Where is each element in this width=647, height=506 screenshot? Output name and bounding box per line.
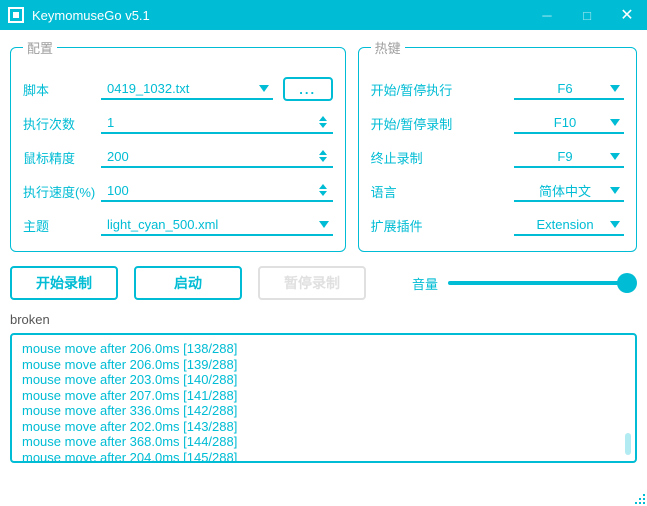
chevron-down-icon: [610, 187, 620, 194]
log-line: mouse move after 336.0ms [142/288]: [22, 403, 625, 419]
log-line: mouse move after 206.0ms [138/288]: [22, 341, 625, 357]
resize-grip[interactable]: [631, 490, 645, 504]
spin-down-icon[interactable]: [319, 191, 327, 196]
hotkey-legend: 热键: [371, 38, 405, 57]
extension-select[interactable]: Extension: [514, 214, 624, 236]
language-select[interactable]: 简体中文: [514, 180, 624, 202]
spin-up-icon[interactable]: [319, 150, 327, 155]
exec-speed-label: 执行速度(%): [23, 182, 101, 201]
config-legend: 配置: [23, 38, 57, 57]
log-output[interactable]: mouse move after 206.0ms [138/288]mouse …: [10, 333, 637, 463]
log-line: mouse move after 202.0ms [143/288]: [22, 419, 625, 435]
run-pause-label: 开始/暂停执行: [371, 80, 481, 99]
exec-count-label: 执行次数: [23, 114, 101, 133]
chevron-down-icon: [610, 85, 620, 92]
status-text: broken: [10, 312, 637, 327]
language-label: 语言: [371, 182, 481, 201]
rec-pause-hotkey[interactable]: F10: [514, 112, 624, 134]
chevron-down-icon: [319, 221, 329, 228]
volume-slider[interactable]: [448, 273, 631, 293]
script-select[interactable]: 0419_1032.txt: [101, 78, 273, 100]
chevron-down-icon: [610, 153, 620, 160]
start-record-button[interactable]: 开始录制: [10, 266, 118, 300]
spin-up-icon[interactable]: [319, 184, 327, 189]
theme-label: 主题: [23, 216, 101, 235]
slider-thumb[interactable]: [617, 273, 637, 293]
mouse-precision-label: 鼠标精度: [23, 148, 101, 167]
hotkey-panel: 热键 开始/暂停执行 F6 开始/暂停录制 F10 终止录制 F9: [358, 38, 637, 252]
rec-pause-label: 开始/暂停录制: [371, 114, 481, 133]
close-button[interactable]: ✕: [607, 0, 647, 30]
spin-down-icon[interactable]: [319, 157, 327, 162]
log-line: mouse move after 368.0ms [144/288]: [22, 434, 625, 450]
browse-button[interactable]: ...: [283, 77, 333, 101]
scrollbar-thumb[interactable]: [625, 433, 631, 455]
log-line: mouse move after 206.0ms [139/288]: [22, 357, 625, 373]
spin-up-icon[interactable]: [319, 116, 327, 121]
stop-rec-hotkey[interactable]: F9: [514, 146, 624, 168]
run-pause-hotkey[interactable]: F6: [514, 78, 624, 100]
maximize-button[interactable]: □: [567, 0, 607, 30]
minimize-button[interactable]: ─: [527, 0, 567, 30]
exec-speed-input[interactable]: 100: [101, 180, 333, 202]
log-line: mouse move after 203.0ms [140/288]: [22, 372, 625, 388]
mouse-precision-input[interactable]: 200: [101, 146, 333, 168]
chevron-down-icon: [610, 119, 620, 126]
log-line: mouse move after 204.0ms [145/288]: [22, 450, 625, 464]
stop-rec-label: 终止录制: [371, 148, 481, 167]
app-icon: [8, 7, 24, 23]
spin-down-icon[interactable]: [319, 123, 327, 128]
volume-label: 音量: [412, 274, 438, 293]
script-label: 脚本: [23, 80, 101, 99]
theme-select[interactable]: light_cyan_500.xml: [101, 214, 333, 236]
pause-record-button: 暂停录制: [258, 266, 366, 300]
window-title: KeymomuseGo v5.1: [32, 8, 527, 23]
log-line: mouse move after 207.0ms [141/288]: [22, 388, 625, 404]
titlebar[interactable]: KeymomuseGo v5.1 ─ □ ✕: [0, 0, 647, 30]
extension-label: 扩展插件: [371, 216, 481, 235]
config-panel: 配置 脚本 0419_1032.txt ... 执行次数 1: [10, 38, 346, 252]
chevron-down-icon: [610, 221, 620, 228]
chevron-down-icon: [259, 85, 269, 92]
start-run-button[interactable]: 启动: [134, 266, 242, 300]
exec-count-input[interactable]: 1: [101, 112, 333, 134]
